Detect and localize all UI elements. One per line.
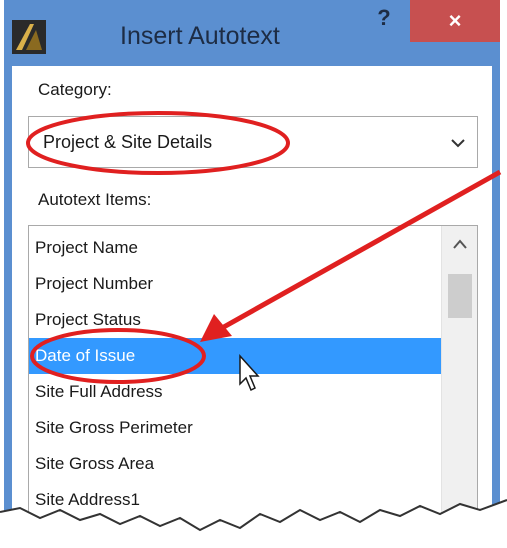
help-button[interactable]: ? — [370, 4, 398, 32]
list-item[interactable]: Project Status — [29, 302, 441, 338]
close-button[interactable]: × — [410, 0, 500, 42]
app-logo-icon — [12, 20, 46, 54]
list-item[interactable]: Site Gross Perimeter — [29, 410, 441, 446]
category-select[interactable]: Project & Site Details — [28, 116, 478, 168]
list-item-selected[interactable]: Date of Issue — [29, 338, 441, 374]
chevron-down-icon — [451, 139, 465, 148]
list-item[interactable]: Project Number — [29, 266, 441, 302]
list-item[interactable]: Site Full Address — [29, 374, 441, 410]
category-select-value: Project & Site Details — [43, 132, 213, 152]
category-label: Category: — [38, 80, 112, 99]
torn-paper-edge — [0, 499, 507, 548]
list-item[interactable]: Project Name — [29, 230, 441, 266]
scroll-up-arrow-icon[interactable] — [452, 238, 468, 250]
autotext-items-label: Autotext Items: — [38, 190, 152, 209]
scrollbar-thumb[interactable] — [448, 274, 472, 318]
dialog-title: Insert Autotext — [120, 22, 280, 50]
title-bar: Insert Autotext ? × — [4, 0, 500, 66]
